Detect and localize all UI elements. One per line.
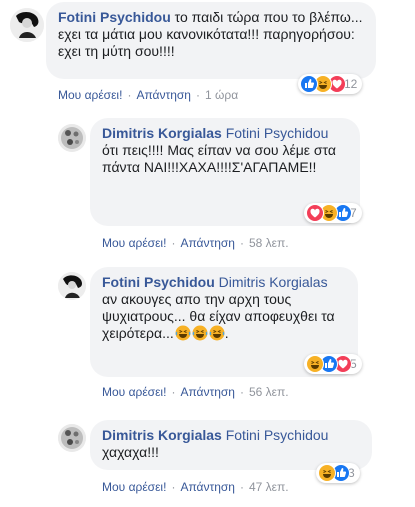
mention-link[interactable]: Fotini Psychidou bbox=[226, 125, 329, 141]
comment-author[interactable]: Dimitris Korgialas bbox=[102, 427, 222, 443]
reaction-summary[interactable]: 5 bbox=[304, 354, 362, 374]
reaction-count: 12 bbox=[344, 77, 358, 91]
comment-text: χαχαχα!!! bbox=[102, 444, 159, 460]
haha-icon bbox=[306, 355, 324, 373]
like-link[interactable]: Μου αρέσει! bbox=[102, 236, 166, 250]
comment-author[interactable]: Fotini Psychidou bbox=[58, 9, 171, 25]
reaction-summary[interactable]: 7 bbox=[304, 203, 362, 223]
avatar[interactable] bbox=[58, 424, 86, 452]
profile-photo-icon bbox=[10, 8, 44, 42]
reply-link[interactable]: Απάντηση bbox=[136, 88, 191, 102]
comment-text: ότι πεις!!!! Μας είπαν να σου λέμε στα π… bbox=[102, 142, 336, 175]
timestamp[interactable]: 1 ώρα bbox=[205, 88, 238, 102]
timestamp[interactable]: 56 λεπ. bbox=[249, 385, 289, 399]
reply-link[interactable]: Απάντηση bbox=[180, 385, 235, 399]
like-link[interactable]: Μου αρέσει! bbox=[102, 480, 166, 494]
laughing-emoji-icon bbox=[209, 325, 225, 341]
avatar[interactable] bbox=[10, 8, 44, 42]
comment-actions: Μου αρέσει! · Απάντηση · 56 λεπ. bbox=[102, 385, 289, 399]
comment-author[interactable]: Fotini Psychidou bbox=[102, 274, 215, 290]
laughing-emoji-icon bbox=[192, 325, 208, 341]
love-icon bbox=[306, 204, 324, 222]
comment-bubble: Fotini Psychidou το παιδι τώρα που το βλ… bbox=[46, 2, 376, 79]
avatar[interactable] bbox=[58, 124, 86, 152]
like-link[interactable]: Μου αρέσει! bbox=[58, 88, 122, 102]
avatar[interactable] bbox=[58, 272, 86, 300]
reply-link[interactable]: Απάντηση bbox=[180, 236, 235, 250]
laughing-emoji-icon bbox=[175, 325, 191, 341]
mention-link[interactable]: Dimitris Korgialas bbox=[219, 274, 328, 290]
profile-photo-icon bbox=[58, 124, 86, 152]
profile-photo-icon bbox=[58, 424, 86, 452]
like-icon bbox=[300, 75, 318, 93]
comment-actions: Μου αρέσει! · Απάντηση · 58 λεπ. bbox=[102, 236, 289, 250]
reaction-summary[interactable]: 12 bbox=[298, 74, 363, 94]
mention-link[interactable]: Fotini Psychidou bbox=[226, 427, 329, 443]
profile-photo-icon bbox=[58, 272, 86, 300]
comment-actions: Μου αρέσει! · Απάντηση · 47 λεπ. bbox=[102, 480, 289, 494]
reply-link[interactable]: Απάντηση bbox=[180, 480, 235, 494]
timestamp[interactable]: 47 λεπ. bbox=[249, 480, 289, 494]
laughing-emoji-group bbox=[174, 325, 225, 341]
trailing-period: . bbox=[224, 325, 229, 341]
haha-icon bbox=[318, 464, 336, 482]
timestamp[interactable]: 58 λεπ. bbox=[249, 236, 289, 250]
reaction-summary[interactable]: 3 bbox=[316, 463, 360, 483]
comment-author[interactable]: Dimitris Korgialas bbox=[102, 125, 222, 141]
like-link[interactable]: Μου αρέσει! bbox=[102, 385, 166, 399]
comment-actions: Μου αρέσει! · Απάντηση · 1 ώρα bbox=[58, 88, 239, 102]
